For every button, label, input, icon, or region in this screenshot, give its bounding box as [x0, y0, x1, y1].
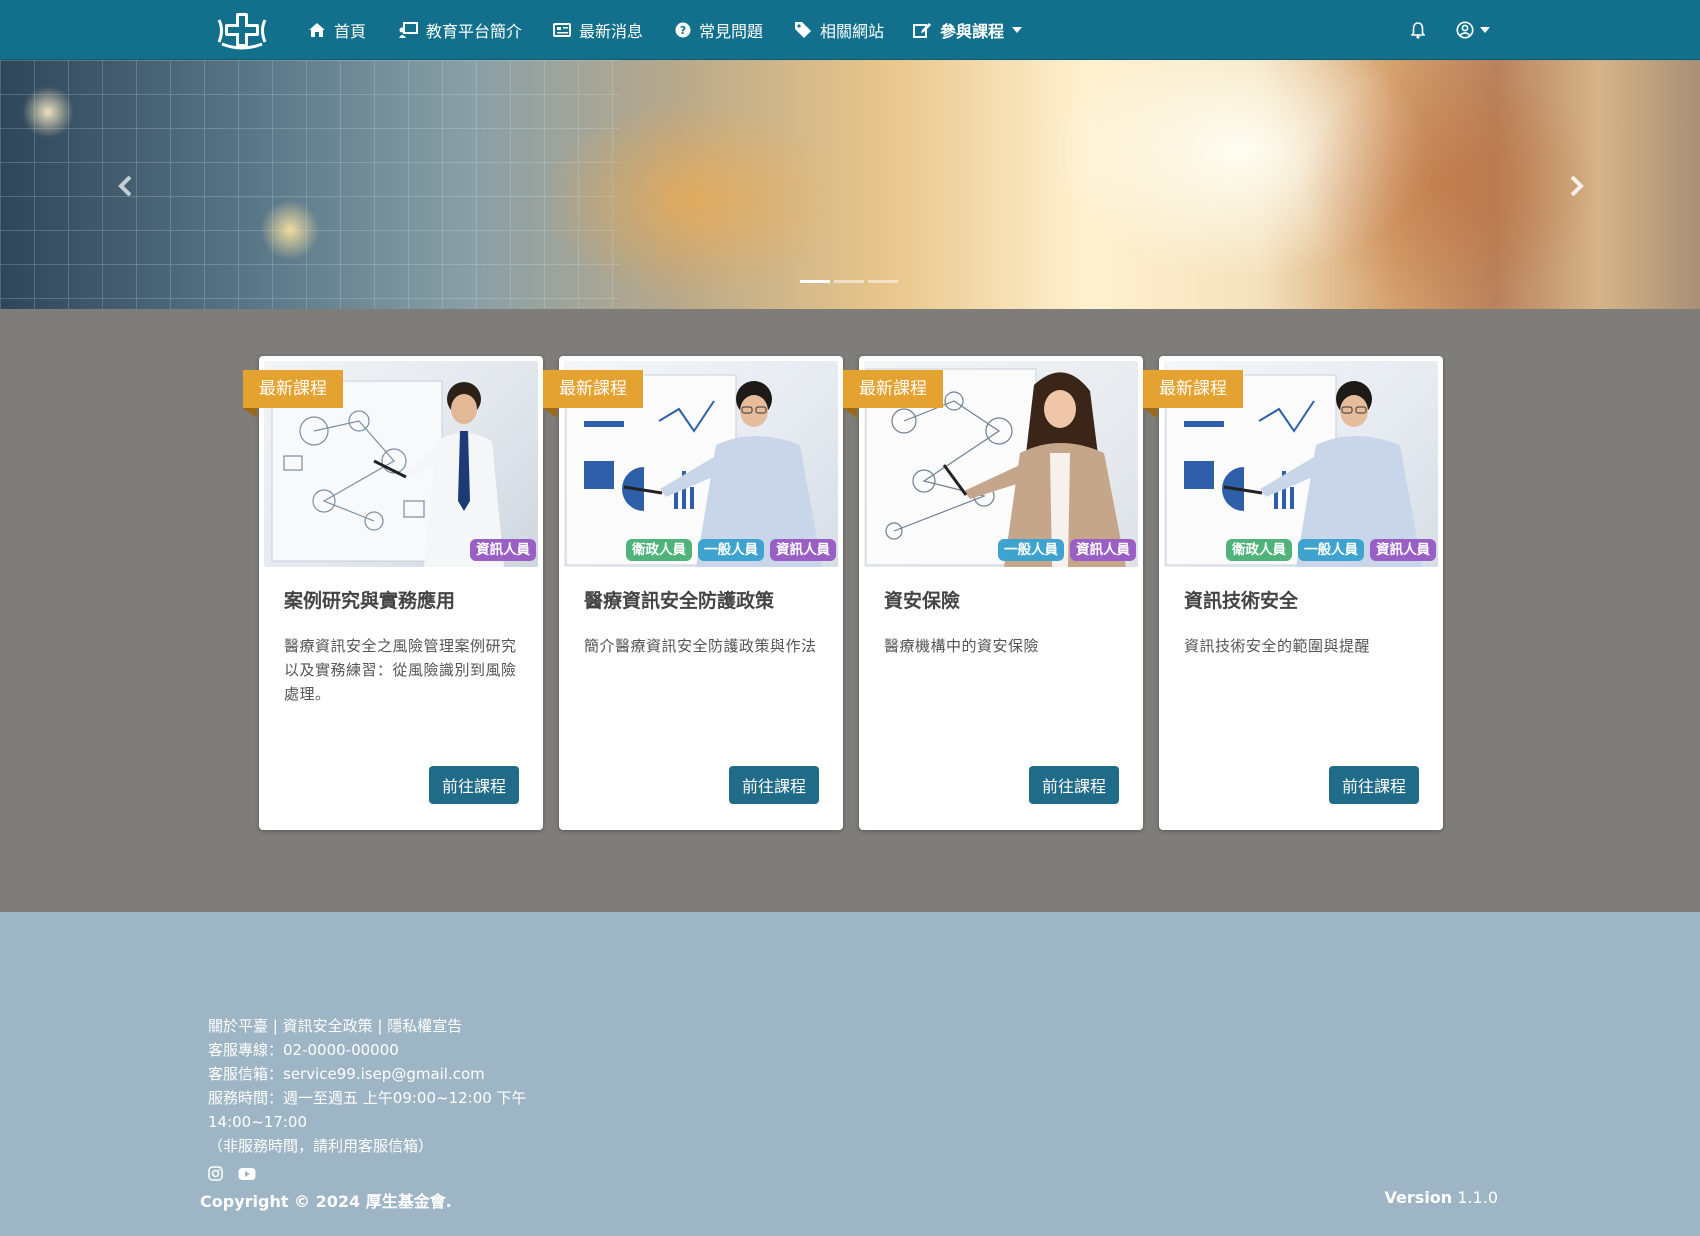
caret-down-icon [1012, 27, 1023, 33]
footer-link-privacy[interactable]: 隱私權宣告 [387, 1017, 462, 1035]
copyright-text: Copyright © 2024 厚生基金會. [200, 1192, 452, 1211]
version-info: Version 1.1.0 [1385, 1188, 1498, 1207]
carousel-prev-button[interactable] [108, 168, 144, 204]
audience-tag: 資訊人員 [1070, 539, 1136, 561]
course-card: 最新課程 一般人員 資訊人員 資安保險 醫療機構中的資安保險 前往課程 [843, 356, 1143, 830]
nav-join-course-dropdown[interactable]: 參與課程 [913, 17, 1023, 43]
hero-light-flare [260, 200, 320, 260]
footer-links: 關於平臺 | 資訊安全政策 | 隱私權宣告 [208, 1014, 528, 1038]
footer-hotline: 客服專線：02-0000-00000 [208, 1041, 399, 1059]
audience-tags: 衛政人員 一般人員 資訊人員 [626, 539, 836, 561]
footer-service-note: （非服務時間，請利用客服信箱） [208, 1137, 434, 1155]
nav-related-sites[interactable]: 相關網站 [794, 17, 884, 43]
go-to-course-button[interactable]: 前往課程 [728, 766, 819, 804]
go-to-course-button[interactable]: 前往課程 [428, 766, 519, 804]
question-circle-icon: ? [675, 22, 691, 38]
hero-carousel [0, 60, 1700, 309]
nav-home-label: 首頁 [334, 22, 367, 41]
new-course-ribbon: 最新課程 [543, 370, 643, 418]
new-course-ribbon: 最新課程 [843, 370, 943, 418]
course-card: 最新課程 資訊人員 案例研究與實務應用 醫療資訊安全之風險管理案例研究以及實務練… [243, 356, 543, 830]
course-card: 最新課程 衛政人員 一般人員 資訊人員 醫療資訊安全防護政策 簡介醫療資訊安全防… [543, 356, 843, 830]
site-logo[interactable] [216, 10, 268, 50]
audience-tags: 資訊人員 [470, 539, 536, 561]
footer-link-separator: | [268, 1017, 283, 1035]
audience-tags: 一般人員 資訊人員 [998, 539, 1136, 561]
hero-light-flare [22, 86, 74, 138]
youtube-icon [238, 1168, 256, 1180]
course-title: 資安保險 [884, 590, 961, 612]
footer-service-hours: 服務時間：週一至週五 上午09:00~12:00 下午14:00~17:00 [208, 1089, 527, 1131]
course-title: 資訊技術安全 [1184, 590, 1299, 612]
social-links [208, 1166, 256, 1185]
user-menu-button[interactable] [1456, 18, 1490, 42]
newspaper-icon [553, 23, 571, 37]
footer-email: 客服信箱：service99.isep@gmail.com [208, 1065, 485, 1083]
presentation-icon [399, 22, 418, 38]
nav-platform-intro[interactable]: 教育平台簡介 [398, 17, 522, 43]
audience-tag: 衛政人員 [626, 539, 692, 561]
carousel-indicator[interactable] [834, 280, 864, 283]
course-card: 最新課程 衛政人員 一般人員 資訊人員 資訊技術安全 資訊技術安全的範圍與提醒 … [1143, 356, 1443, 830]
caret-down-icon [1480, 27, 1490, 33]
edit-icon [913, 23, 931, 38]
course-description: 醫療機構中的資安保險 [884, 637, 1040, 655]
audience-tag: 一般人員 [998, 539, 1064, 561]
chevron-left-icon [118, 175, 132, 197]
audience-tag: 一般人員 [698, 539, 764, 561]
svg-text:?: ? [680, 24, 686, 37]
version-number: 1.1.0 [1457, 1188, 1498, 1207]
audience-tag: 一般人員 [1298, 539, 1364, 561]
instagram-link[interactable] [208, 1166, 223, 1185]
audience-tag: 資訊人員 [770, 539, 836, 561]
nav-news-label: 最新消息 [579, 22, 644, 41]
course-title: 醫療資訊安全防護政策 [584, 590, 775, 612]
nav-platform-intro-label: 教育平台簡介 [426, 22, 523, 41]
home-icon [309, 23, 325, 37]
go-to-course-button[interactable]: 前往課程 [1328, 766, 1419, 804]
notifications-button[interactable] [1411, 18, 1425, 42]
audience-tag: 資訊人員 [1370, 539, 1436, 561]
footer-link-security-policy[interactable]: 資訊安全政策 [283, 1017, 373, 1035]
nav-faq-label: 常見問題 [699, 22, 764, 41]
course-description: 資訊技術安全的範圍與提醒 [1184, 637, 1371, 655]
audience-tag: 資訊人員 [470, 539, 536, 561]
site-footer: 關於平臺 | 資訊安全政策 | 隱私權宣告 客服專線：02-0000-00000… [0, 912, 1700, 1236]
carousel-next-button[interactable] [1558, 168, 1594, 204]
youtube-link[interactable] [238, 1166, 256, 1185]
footer-link-separator: | [372, 1017, 388, 1035]
carousel-indicator[interactable] [868, 280, 898, 283]
nav-faq[interactable]: ? 常見問題 [675, 17, 763, 43]
carousel-indicator[interactable] [800, 280, 830, 283]
hero-grid-overlay [0, 60, 620, 309]
nav-join-course-label: 參與課程 [940, 22, 1005, 41]
nav-home[interactable]: 首頁 [308, 17, 366, 43]
version-label: Version [1384, 1188, 1453, 1207]
tag-icon [795, 22, 811, 38]
hero-hand-glow [540, 100, 840, 300]
footer-info: 關於平臺 | 資訊安全政策 | 隱私權宣告 客服專線：02-0000-00000… [208, 1014, 528, 1158]
hero-face-silhouette [1300, 60, 1600, 309]
footer-link-about[interactable]: 關於平臺 [208, 1017, 268, 1035]
course-description: 醫療資訊安全之風險管理案例研究以及實務練習：從風險識別到風險處理。 [284, 637, 517, 703]
instagram-icon [208, 1166, 223, 1181]
chevron-right-icon [1570, 175, 1584, 197]
audience-tags: 衛政人員 一般人員 資訊人員 [1226, 539, 1436, 561]
top-navbar: 首頁 教育平台簡介 最新消息 ? 常見問題 相關網站 參與課程 [0, 0, 1700, 60]
nav-related-sites-label: 相關網站 [820, 22, 885, 41]
user-circle-icon [1456, 21, 1474, 39]
carousel-indicators [800, 280, 898, 283]
new-course-ribbon: 最新課程 [1143, 370, 1243, 418]
go-to-course-button[interactable]: 前往課程 [1028, 766, 1119, 804]
bell-icon [1411, 21, 1425, 39]
course-title: 案例研究與實務應用 [284, 590, 456, 612]
audience-tag: 衛政人員 [1226, 539, 1292, 561]
course-description: 簡介醫療資訊安全防護政策與作法 [584, 637, 817, 655]
logo-emblem-icon [217, 13, 267, 50]
nav-news[interactable]: 最新消息 [553, 17, 643, 43]
new-course-ribbon: 最新課程 [243, 370, 343, 418]
